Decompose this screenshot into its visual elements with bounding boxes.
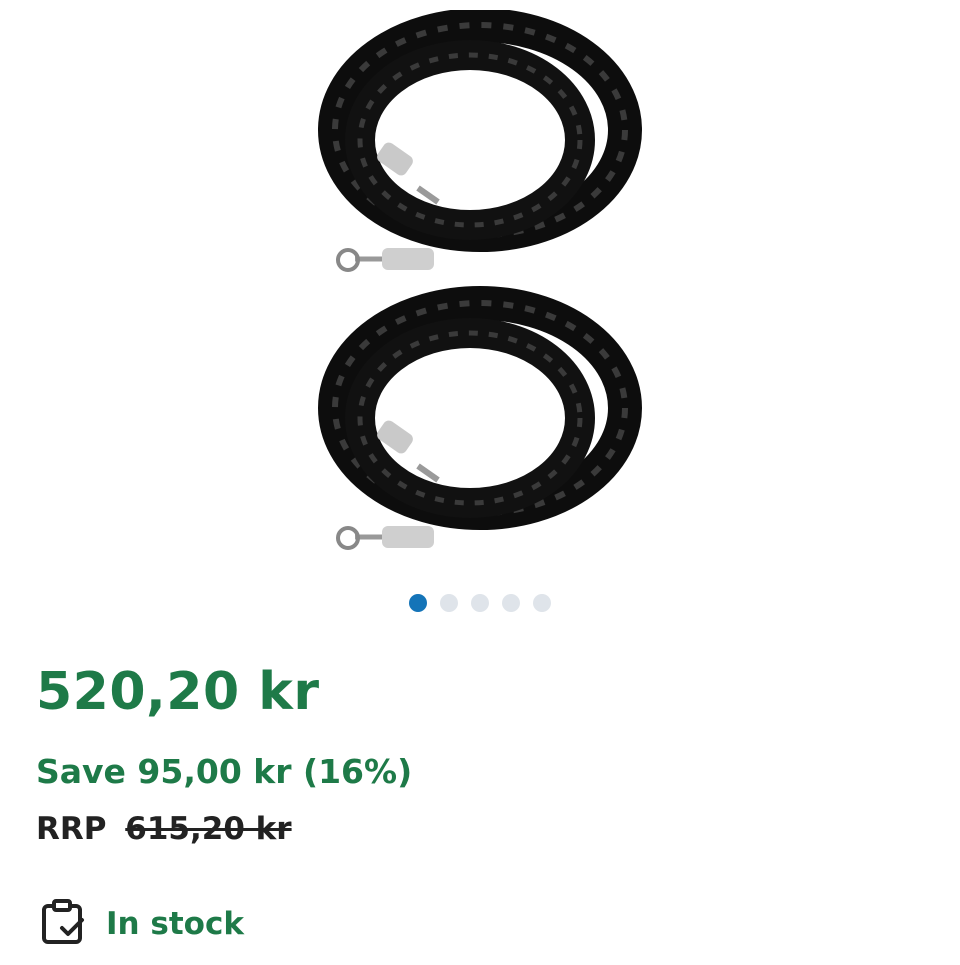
stock-label: In stock bbox=[106, 906, 244, 942]
clipboard-check-icon bbox=[40, 898, 86, 950]
stock-status: In stock bbox=[40, 898, 244, 950]
carousel-dot-5[interactable] bbox=[533, 594, 551, 612]
carousel-dot-1[interactable] bbox=[409, 594, 427, 612]
rope-bottom bbox=[318, 286, 642, 550]
rrp-label: RRP bbox=[36, 811, 107, 847]
carousel-dot-4[interactable] bbox=[502, 594, 520, 612]
carousel-dot-2[interactable] bbox=[440, 594, 458, 612]
current-price: 520,20 kr bbox=[36, 662, 320, 722]
product-image-gallery[interactable] bbox=[0, 0, 960, 580]
carousel-dot-3[interactable] bbox=[471, 594, 489, 612]
carousel-pagination bbox=[0, 594, 960, 612]
rrp-price: 615,20 kr bbox=[125, 811, 292, 847]
product-image[interactable] bbox=[300, 10, 660, 570]
rope-top bbox=[318, 10, 642, 272]
rrp-line: RRP 615,20 kr bbox=[36, 811, 292, 847]
savings-text: Save 95,00 kr (16%) bbox=[36, 752, 413, 791]
